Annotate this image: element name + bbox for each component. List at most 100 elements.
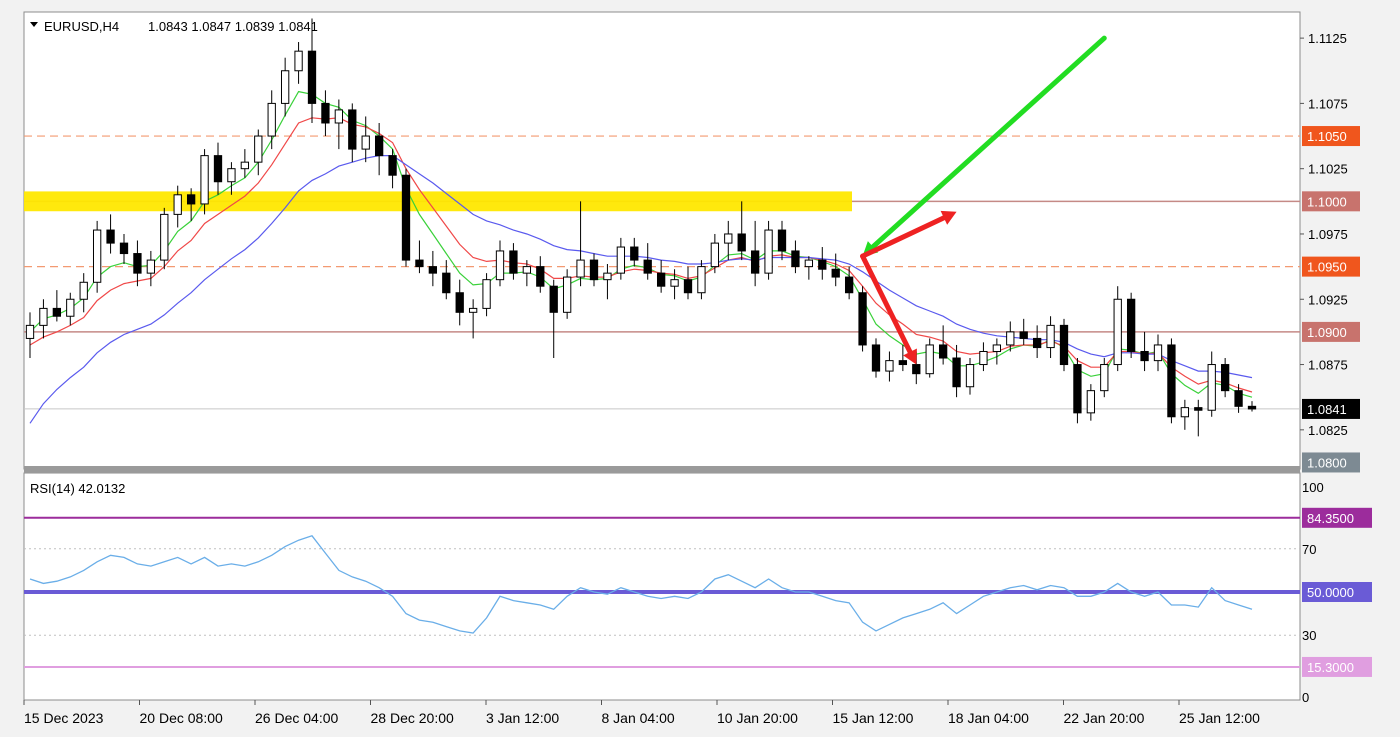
rsi-level-badge-label: 84.3500 <box>1307 511 1354 526</box>
candle-body-bear <box>1220 364 1230 392</box>
symbol-header: EURUSD,H4 1.0843 1.0847 1.0839 1.0841 <box>30 19 318 34</box>
candle-body-bull <box>482 279 491 309</box>
rsi-y-tick-label: 100 <box>1302 480 1324 495</box>
candle <box>858 286 867 352</box>
x-tick-label: 20 Dec 08:00 <box>140 710 223 726</box>
support-zone-band <box>24 191 852 212</box>
candle-body-bear <box>683 279 693 294</box>
candle-body-bull <box>965 364 975 388</box>
candle-body-bull <box>764 229 773 274</box>
candle-body-bull <box>160 213 169 261</box>
candle-body-bull <box>1046 324 1055 349</box>
candle-body-bear <box>1019 331 1028 339</box>
candle-body-bear <box>1073 364 1082 414</box>
candle <box>1113 286 1122 372</box>
candle-body-bull <box>522 266 532 274</box>
candle <box>1126 292 1136 359</box>
candle-body-bull <box>724 233 733 244</box>
candle-body-bear <box>415 259 424 268</box>
candle-body-bear <box>656 272 666 287</box>
y-tick-label: 1.0975 <box>1308 227 1348 242</box>
rsi-y-tick-label: 70 <box>1302 542 1316 557</box>
candle-body-bear <box>858 292 867 346</box>
candle-body-bull <box>25 324 35 339</box>
candle-body-bear <box>119 242 129 255</box>
rsi-label: RSI(14) 42.0132 <box>30 481 125 496</box>
candle <box>1167 338 1176 424</box>
candle-body-bull <box>1153 344 1163 362</box>
candle-body-bear <box>831 268 840 278</box>
candle-body-bull <box>616 246 626 274</box>
rsi-pane[interactable] <box>23 472 1301 701</box>
candle-body-bear <box>348 109 357 150</box>
candle <box>92 220 102 293</box>
candle-body-bear <box>428 266 438 274</box>
candle-body-bear <box>213 155 223 183</box>
level-badge-label: 1.0900 <box>1307 325 1347 340</box>
x-tick-label: 15 Dec 2023 <box>24 710 104 726</box>
x-tick-label: 26 Dec 04:00 <box>255 710 338 726</box>
candle-body-bear <box>898 360 908 366</box>
candle-body-bear <box>777 229 787 252</box>
candle-body-bull <box>925 344 934 375</box>
candle-body-bull <box>495 250 505 281</box>
candle-body-bear <box>1234 390 1243 407</box>
rsi-level-badge-label: 15.3000 <box>1307 660 1354 675</box>
candle-body-bull <box>576 259 585 278</box>
candle-body-bear <box>1194 407 1203 411</box>
candle-body-bull <box>146 259 156 274</box>
candle-body-bull <box>79 281 88 300</box>
level-badge-label: 1.0841 <box>1307 402 1347 417</box>
candle-body-bear <box>549 285 558 313</box>
x-tick-label: 3 Jan 12:00 <box>486 710 559 726</box>
candle <box>562 269 572 319</box>
y-tick-label: 1.0825 <box>1308 423 1348 438</box>
candle-body-bear <box>737 233 746 252</box>
candle-body-bear <box>1140 350 1149 362</box>
candle-body-bull <box>254 135 263 163</box>
rsi-level-badge-label: 50.0000 <box>1307 585 1354 600</box>
candle-body-bear <box>1126 298 1136 352</box>
price-pane[interactable] <box>23 11 1301 470</box>
candle-body-bull <box>1113 298 1122 366</box>
candle-body-bear <box>952 357 961 388</box>
candle-body-bear <box>818 259 827 270</box>
ohlc-values: 1.0843 1.0847 1.0839 1.0841 <box>148 19 318 34</box>
candle-body-bear <box>1247 405 1257 410</box>
candle-body-bull <box>1006 331 1015 346</box>
candle-body-bull <box>992 344 1002 352</box>
pane-separator[interactable] <box>24 466 1300 473</box>
candle-body-bear <box>536 266 545 287</box>
level-badge-label: 1.0800 <box>1307 455 1347 470</box>
candle <box>1059 318 1069 372</box>
candle-body-bull <box>1100 364 1109 392</box>
candle-body-bear <box>374 135 384 157</box>
chart-svg[interactable]: 1.1050 1.1000 1.0950 1.0900 1.0841 1.0800 84.… <box>0 0 1400 732</box>
candle-body-bull <box>294 50 303 72</box>
chart-window: 1.1050 1.1000 1.0950 1.0900 1.0841 1.0800 84.… <box>0 0 1400 732</box>
candle-body-bull <box>804 259 814 268</box>
candle-body-bull <box>227 168 236 183</box>
candle-body-bear <box>388 155 397 176</box>
candle-body-bull <box>710 242 720 268</box>
candle-body-bear <box>1059 324 1069 366</box>
candle-body-bull <box>240 161 250 170</box>
x-tick-label: 25 Jan 12:00 <box>1179 710 1260 726</box>
candle-body-bear <box>844 276 854 294</box>
x-tick-label: 18 Jan 04:00 <box>948 710 1029 726</box>
candle-body-bear <box>186 194 196 205</box>
candle-body-bull <box>697 266 706 294</box>
candle <box>160 207 169 270</box>
candle-body-bull <box>39 307 48 326</box>
candle-body-bear <box>307 50 317 104</box>
candle-body-bear <box>630 246 639 261</box>
y-tick-label: 1.1125 <box>1308 31 1347 46</box>
candle-body-bull <box>979 350 988 366</box>
candle-body-bull <box>670 279 679 287</box>
candle-body-bear <box>1032 337 1042 349</box>
candle-body-bull <box>280 70 290 104</box>
candle-body-bear <box>589 259 599 281</box>
candle-body-bull <box>562 276 572 313</box>
candle <box>401 168 411 267</box>
y-tick-label: 1.0875 <box>1308 358 1348 373</box>
